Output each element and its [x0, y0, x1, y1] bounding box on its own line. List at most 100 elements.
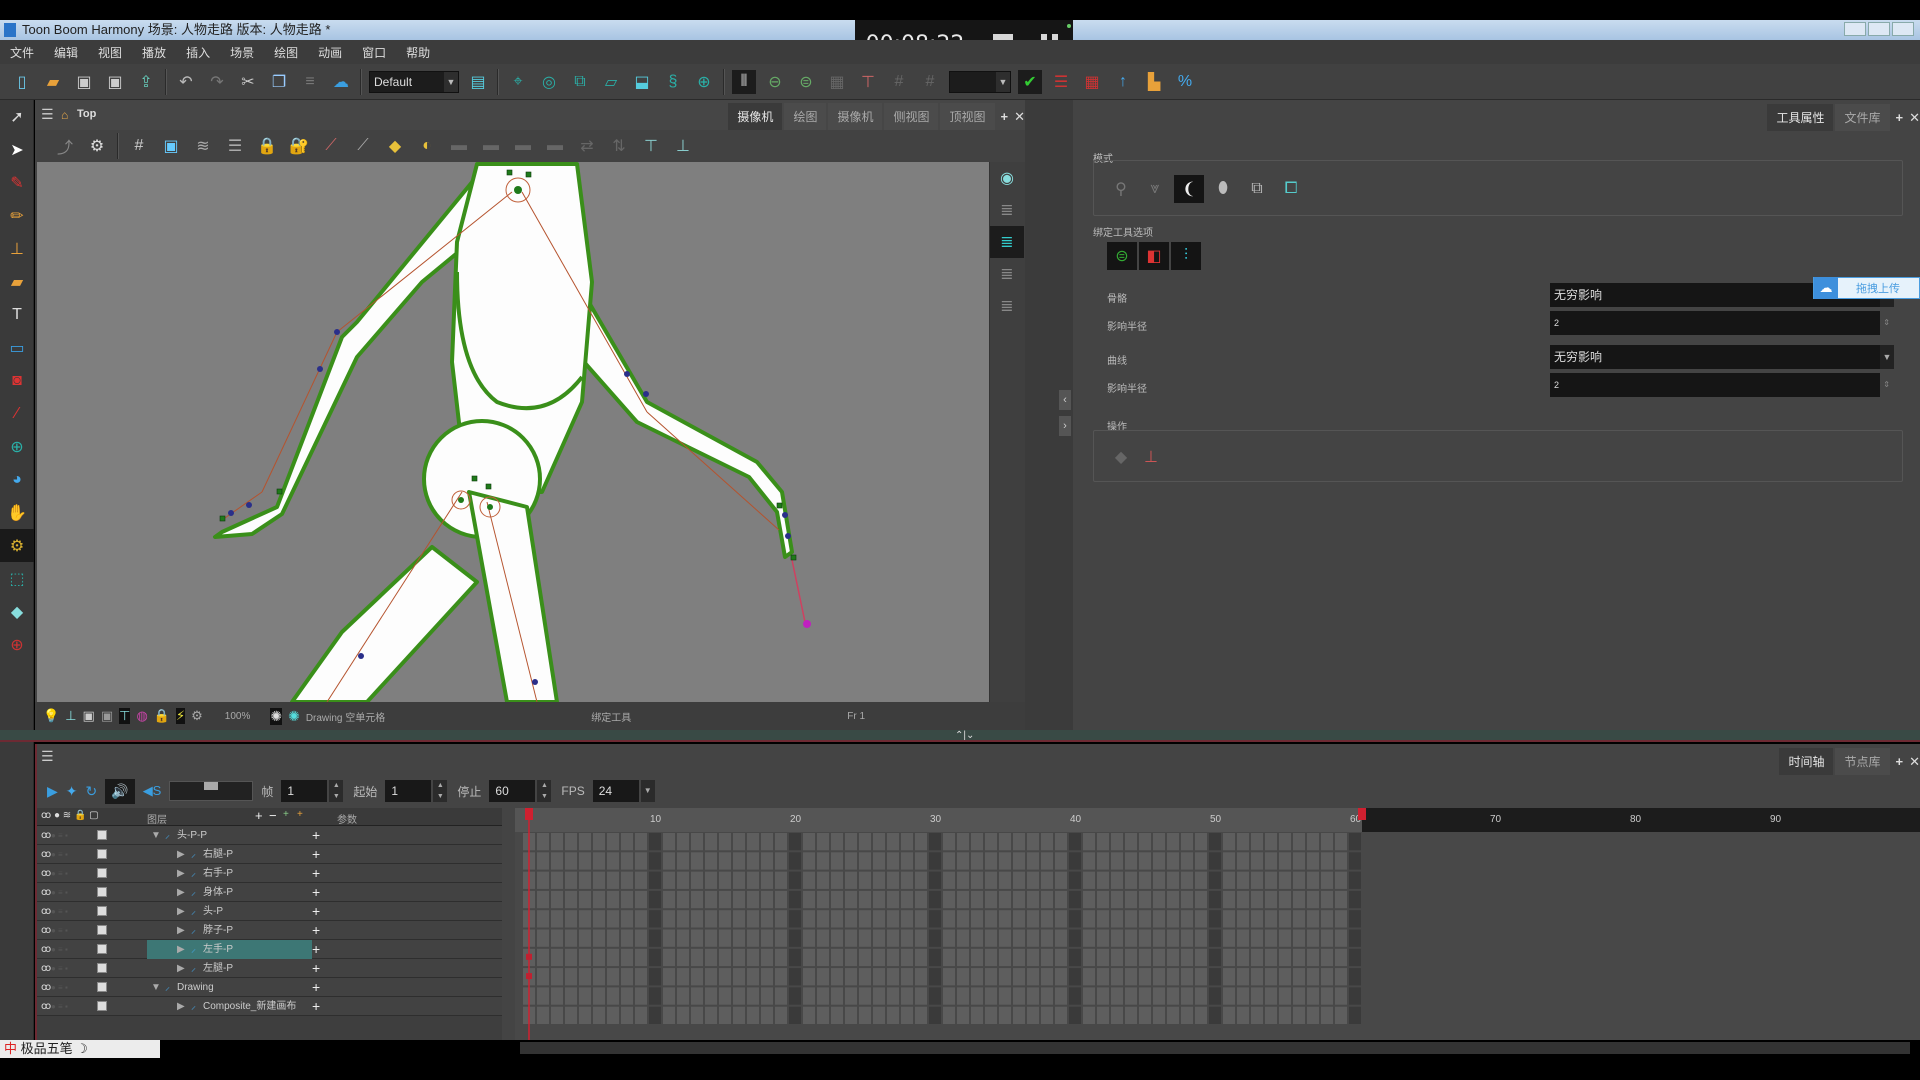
frame-cell[interactable]: [817, 890, 829, 909]
frame-cell[interactable]: [873, 890, 885, 909]
frame-cell[interactable]: [1027, 910, 1039, 928]
frame-cell[interactable]: [1349, 948, 1361, 967]
frame-cell[interactable]: [621, 852, 633, 870]
close-button[interactable]: [1892, 22, 1914, 36]
tab-top-view[interactable]: 顶视图: [940, 103, 995, 130]
frame-cell[interactable]: [1083, 968, 1095, 986]
panel-divider[interactable]: ‹ ›: [1025, 100, 1073, 730]
frame-cell[interactable]: [1069, 890, 1081, 909]
frame-cell[interactable]: [1209, 833, 1221, 851]
end-frame-marker[interactable]: [1358, 808, 1366, 820]
redo-icon[interactable]: ↷: [205, 70, 229, 94]
layer-name-cell[interactable]: ▶ ⸝ 右手-P: [147, 864, 312, 883]
frame-cell[interactable]: [1293, 910, 1305, 928]
frame-cell[interactable]: [705, 1006, 717, 1024]
timeline-horizontal-scrollbar[interactable]: [520, 1042, 1910, 1054]
frame-cell[interactable]: [971, 1006, 983, 1024]
frame-cell[interactable]: [1195, 948, 1207, 967]
frame-cell[interactable]: [635, 833, 647, 851]
frame-cell[interactable]: [915, 987, 927, 1005]
expand-right-icon[interactable]: ▶: [177, 940, 185, 959]
frame-cell[interactable]: [831, 871, 843, 889]
layer-toggles[interactable]: ● ≡ ▪: [51, 926, 97, 935]
frame-cell[interactable]: [1181, 929, 1193, 947]
speed-slider[interactable]: [169, 781, 254, 801]
spinner-icon[interactable]: ⇕: [1883, 311, 1890, 335]
field-chart-icon[interactable]: ≋: [191, 134, 215, 158]
frame-cell[interactable]: [1237, 948, 1249, 967]
menu-help[interactable]: 帮助: [406, 44, 430, 61]
frame-cell[interactable]: [579, 890, 591, 909]
frame-cell[interactable]: [705, 852, 717, 870]
frame-cell[interactable]: [831, 948, 843, 967]
frame-cell[interactable]: [649, 871, 661, 889]
expand-down-icon[interactable]: ▼: [151, 826, 161, 845]
frame-cell[interactable]: [621, 833, 633, 851]
lock-all-icon[interactable]: 🔐: [287, 134, 311, 158]
frame-cell[interactable]: [1209, 852, 1221, 870]
frame-cell[interactable]: [1083, 1006, 1095, 1024]
layer-name-cell[interactable]: ▶ ⸝ 头-P: [147, 902, 312, 921]
frame-cell[interactable]: [1321, 890, 1333, 909]
transform-icon[interactable]: ⬓: [630, 70, 654, 94]
frame-cell[interactable]: [1195, 929, 1207, 947]
frame-cell[interactable]: [747, 910, 759, 928]
frame-cell[interactable]: [1321, 1006, 1333, 1024]
frame-cell[interactable]: [1307, 1006, 1319, 1024]
frame-cell[interactable]: [873, 987, 885, 1005]
frame-cell[interactable]: [649, 910, 661, 928]
frame-cell[interactable]: [957, 852, 969, 870]
frame-cell[interactable]: [537, 987, 549, 1005]
frame-cell[interactable]: [537, 1006, 549, 1024]
playhead-handle[interactable]: [525, 808, 533, 820]
frame-cell[interactable]: [663, 890, 675, 909]
frame-cell[interactable]: [1167, 833, 1179, 851]
frame-cell[interactable]: [565, 910, 577, 928]
frame-cell[interactable]: [873, 948, 885, 967]
frame-cell[interactable]: [1153, 1006, 1165, 1024]
frame-cell[interactable]: [1055, 910, 1067, 928]
frame-cell[interactable]: [733, 910, 745, 928]
expand-right-icon[interactable]: ▶: [177, 997, 185, 1016]
frame-cell[interactable]: [957, 987, 969, 1005]
frame-cell[interactable]: [775, 929, 787, 947]
frame-cell[interactable]: [1027, 852, 1039, 870]
tab-side-view[interactable]: 侧视图: [884, 103, 939, 130]
frame-cell[interactable]: [831, 833, 843, 851]
add-panel-icon[interactable]: +: [1896, 110, 1904, 125]
frame-cell[interactable]: [1335, 968, 1347, 986]
frame-cell[interactable]: [1097, 910, 1109, 928]
frame-cell[interactable]: [1069, 968, 1081, 986]
frame-cell[interactable]: [1307, 890, 1319, 909]
frame-cell[interactable]: [663, 1006, 675, 1024]
frame-cell[interactable]: [1181, 871, 1193, 889]
frame-cell[interactable]: [1307, 948, 1319, 967]
frame-cell[interactable]: [915, 1006, 927, 1024]
frame-cell[interactable]: [957, 833, 969, 851]
frame-cell[interactable]: [565, 987, 577, 1005]
add-peg-icon[interactable]: +: [283, 809, 289, 820]
frame-cell[interactable]: [1209, 987, 1221, 1005]
camera-view-icon[interactable]: ⌖: [506, 70, 530, 94]
frame-cell[interactable]: [1069, 929, 1081, 947]
layer-row[interactable]: ꝏ ● ≡ ▪ ▶ ⸝ 左手-P +: [37, 940, 502, 959]
frame-cell[interactable]: [1111, 833, 1123, 851]
frame-cell[interactable]: [1237, 910, 1249, 928]
frame-cell[interactable]: [1335, 948, 1347, 967]
frame-cell[interactable]: [999, 987, 1011, 1005]
layer-row[interactable]: ꝏ ● ≡ ▪ ▼ ⸝ 头-P-P +: [37, 826, 502, 845]
frame-cell[interactable]: [761, 968, 773, 986]
frame-cell[interactable]: [803, 968, 815, 986]
frame-cell[interactable]: [1181, 968, 1193, 986]
frame-cell[interactable]: [943, 968, 955, 986]
frame-cell[interactable]: [761, 833, 773, 851]
frame-cell[interactable]: [677, 1006, 689, 1024]
spinner-icon[interactable]: ▲ ▼: [329, 780, 344, 802]
frame-cell[interactable]: [1125, 833, 1137, 851]
frame-cell[interactable]: [859, 987, 871, 1005]
frame-cell[interactable]: [901, 987, 913, 1005]
frame-cell[interactable]: [1139, 968, 1151, 986]
frame-cell[interactable]: [1307, 968, 1319, 986]
frame-cell[interactable]: [691, 968, 703, 986]
gear-icon[interactable]: ⚙: [191, 708, 203, 724]
